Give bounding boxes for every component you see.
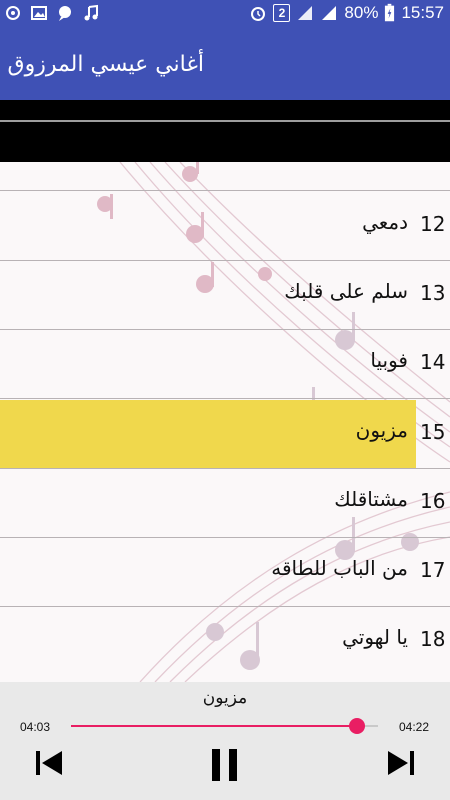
system-icons: 2 80% 15:57	[249, 3, 444, 23]
song-title: فوبيا	[370, 348, 408, 372]
total-time: 04:22	[399, 720, 430, 734]
song-title: مشتاقلك	[334, 487, 408, 511]
signal-icon	[322, 6, 337, 20]
seek-bar[interactable]	[71, 718, 378, 734]
signal-icon	[298, 6, 313, 20]
song-number: 14	[420, 350, 446, 374]
next-button[interactable]	[386, 748, 416, 778]
song-number: 16	[420, 489, 446, 513]
song-title: يا لهوتي	[342, 625, 408, 649]
song-title: دمعي	[362, 210, 408, 234]
header-band	[0, 122, 450, 162]
list-item[interactable]: 13 سلم على قلبك	[0, 261, 450, 330]
media-player: مزيون 04:03 04:22	[0, 682, 450, 800]
song-title: من الباب للطاقه	[271, 556, 408, 580]
chat-icon	[59, 6, 71, 21]
battery-icon	[385, 3, 395, 22]
pause-icon	[212, 749, 237, 781]
status-bar: 2 80% 15:57	[0, 0, 450, 30]
list-item[interactable]: 12 دمعي	[0, 192, 450, 261]
song-number: 12	[420, 212, 446, 236]
song-title: مزيون	[355, 418, 408, 442]
song-number: 13	[420, 281, 446, 305]
app-bar: أغاني عيسي المرزوق	[0, 30, 450, 100]
header-band	[0, 100, 450, 120]
notification-icons	[4, 4, 100, 22]
song-list[interactable]: 12 دمعي 13 سلم على قلبك 14 فوبيا 15 مزيو…	[0, 162, 450, 682]
sync-icon	[6, 6, 20, 20]
list-item[interactable]: 14 فوبيا	[0, 330, 450, 399]
seek-progress	[71, 725, 357, 727]
list-item[interactable]: 17 من الباب للطاقه	[0, 538, 450, 607]
seek-thumb[interactable]	[348, 718, 365, 734]
next-icon	[388, 751, 414, 775]
list-item[interactable]: 18 يا لهوتي	[0, 607, 450, 675]
song-number: 18	[420, 627, 446, 651]
song-title: سلم على قلبك	[284, 279, 408, 303]
list-item[interactable]: 16 مشتاقلك	[0, 469, 450, 538]
pause-button[interactable]	[210, 748, 240, 782]
page-title: أغاني عيسي المرزوق	[7, 52, 205, 77]
music-note-icon	[84, 4, 98, 21]
list-item[interactable]: 15 مزيون	[0, 400, 450, 469]
alarm-icon	[251, 7, 266, 21]
previous-button[interactable]	[34, 748, 64, 778]
previous-icon	[36, 751, 62, 775]
clock: 15:57	[401, 3, 444, 22]
battery-percent: 80%	[344, 3, 379, 22]
song-number: 17	[420, 558, 446, 582]
now-playing-title: مزيون	[202, 688, 248, 708]
image-icon	[31, 6, 47, 20]
sim-badge: 2	[273, 4, 291, 22]
list-item[interactable]	[0, 162, 450, 191]
current-time: 04:03	[20, 720, 51, 734]
song-number: 15	[420, 420, 446, 444]
